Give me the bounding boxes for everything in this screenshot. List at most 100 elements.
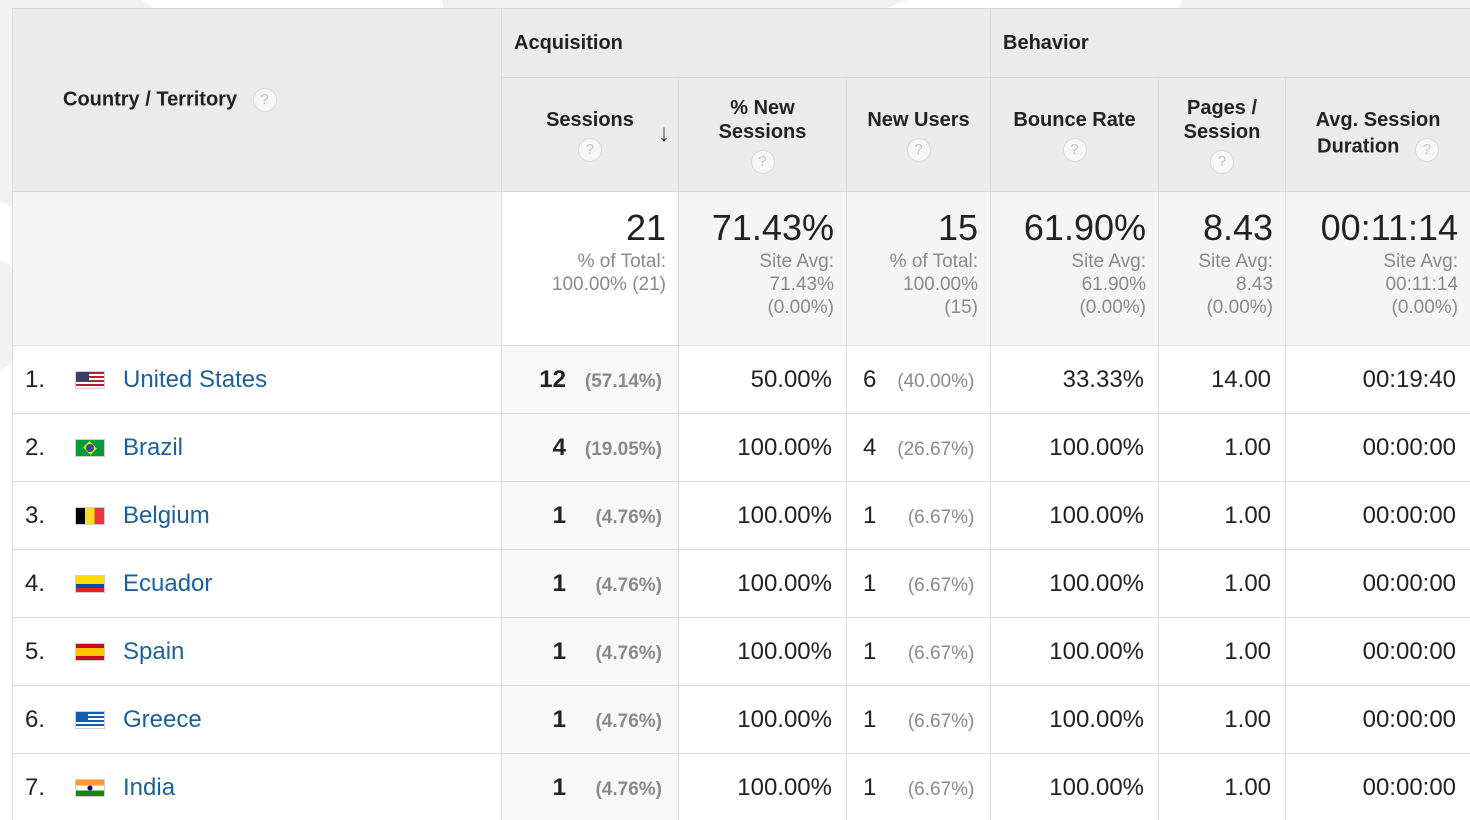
country-cell: 3. Belgium xyxy=(12,481,502,550)
sessions-header-label: Sessions xyxy=(546,108,634,131)
table-row: 2. Brazil 4 (19.05%) 100.00% 4 (26.67%) 100.00%… xyxy=(12,413,1470,482)
country-territory-header[interactable]: Country / Territory ? xyxy=(12,8,502,192)
bounce-rate-column-header[interactable]: Bounce Rate ? xyxy=(990,77,1160,192)
table-row: 6. Greece 1 (4.76%) 100.00% 1 (6.67%) 100.00% 1.… xyxy=(12,685,1470,754)
new-users-value: 1 xyxy=(863,705,877,733)
avg-session-duration-cell: 00:00:00 xyxy=(1285,413,1470,482)
total-bounce-rate-avg: 61.90% xyxy=(1081,274,1147,295)
help-icon[interactable]: ? xyxy=(578,137,602,162)
help-icon[interactable]: ? xyxy=(906,137,931,162)
bounce-rate-cell: 100.00% xyxy=(990,481,1160,550)
bounce-rate-cell: 100.00% xyxy=(990,753,1160,820)
country-link[interactable]: India xyxy=(123,774,175,801)
row-index: 6. xyxy=(25,705,46,733)
country-link[interactable]: Greece xyxy=(123,706,202,733)
row-index: 1. xyxy=(25,365,46,393)
total-bounce-rate-label: Site Avg: xyxy=(1071,251,1147,272)
avg-session-duration-cell: 00:00:00 xyxy=(1285,481,1470,550)
row-index: 5. xyxy=(25,637,46,665)
new-users-value: 6 xyxy=(863,365,877,393)
total-pages-avg: 8.43 xyxy=(1236,274,1274,295)
total-sessions-value: 21 xyxy=(625,207,666,248)
total-bounce-rate-delta: (0.00%) xyxy=(1079,297,1147,318)
bounce-rate-header-label: Bounce Rate xyxy=(1013,108,1136,131)
avg-session-duration-cell: 00:19:40 xyxy=(1285,345,1470,414)
pct-new-sessions-column-header[interactable]: % New Sessions ? xyxy=(678,77,847,192)
sessions-cell: 1 (4.76%) xyxy=(501,753,679,820)
country-link[interactable]: Brazil xyxy=(123,434,183,461)
pages-per-session-cell: 1.00 xyxy=(1158,685,1287,754)
pages-per-session-column-header[interactable]: Pages / Session ? xyxy=(1158,77,1287,192)
total-pct-new-value: 71.43% xyxy=(711,207,834,248)
total-duration-avg: 00:11:14 xyxy=(1385,274,1459,295)
country-link[interactable]: Spain xyxy=(123,638,184,665)
pct-new-sessions-cell: 100.00% xyxy=(678,549,847,618)
avg-session-duration-cell: 00:00:00 xyxy=(1285,617,1470,686)
avg-session-duration-column-header[interactable]: Avg. Session Duration ? xyxy=(1285,77,1470,192)
total-pages-delta: (0.00%) xyxy=(1206,297,1274,318)
new-users-value: 4 xyxy=(863,433,877,461)
total-pct-new-cell: 71.43% Site Avg: 71.43% (0.00%) xyxy=(678,191,847,346)
total-pct-new-avg: 71.43% xyxy=(769,274,834,295)
spain-flag-icon xyxy=(75,642,105,661)
country-link[interactable]: Belgium xyxy=(123,502,210,529)
sessions-cell: 1 (4.76%) xyxy=(501,685,679,754)
total-new-users-cell: 15 % of Total: 100.00% (15) xyxy=(845,191,992,346)
country-link[interactable]: Ecuador xyxy=(123,570,212,597)
pages-per-session-cell: 1.00 xyxy=(1158,413,1287,482)
help-icon[interactable]: ? xyxy=(1062,137,1087,162)
sessions-cell: 4 (19.05%) xyxy=(501,413,679,482)
sessions-cell: 1 (4.76%) xyxy=(501,617,679,686)
country-cell: 1. United States xyxy=(12,345,502,414)
total-duration-cell: 00:11:14 Site Avg: 00:11:14 (0.00%) xyxy=(1285,191,1470,346)
country-link[interactable]: United States xyxy=(123,366,267,393)
new-users-cell: 1 (6.67%) xyxy=(845,685,992,754)
total-new-users-pct: 100.00% xyxy=(903,274,979,295)
total-new-users-label: % of Total: xyxy=(889,251,979,272)
pct-new-sessions-cell: 100.00% xyxy=(678,753,847,820)
total-pages-label: Site Avg: xyxy=(1198,251,1274,272)
behavior-group-header: Behavior xyxy=(990,8,1470,78)
table-row: 5. Spain 1 (4.76%) 100.00% 1 (6.67%) 100.00% 1.0… xyxy=(12,617,1470,686)
belgium-flag-icon xyxy=(75,506,105,525)
new-users-percent: (6.67%) xyxy=(907,506,975,528)
sessions-value: 1 xyxy=(552,569,566,597)
total-sessions-cell: 21 % of Total: 100.00% (21) xyxy=(501,191,679,346)
new-users-value: 1 xyxy=(863,569,877,597)
new-users-percent: (6.67%) xyxy=(907,574,975,596)
pct-new-sessions-header-line2: Sessions xyxy=(718,120,807,143)
sessions-column-header[interactable]: Sessions ? ↓ xyxy=(501,77,679,192)
avg-session-duration-cell: 00:00:00 xyxy=(1285,753,1470,820)
new-users-column-header[interactable]: New Users ? xyxy=(845,77,992,192)
row-index: 3. xyxy=(25,501,46,529)
help-icon[interactable]: ? xyxy=(1210,149,1235,174)
total-pages-cell: 8.43 Site Avg: 8.43 (0.00%) xyxy=(1158,191,1287,346)
row-index: 7. xyxy=(25,773,46,801)
pct-new-sessions-cell: 100.00% xyxy=(678,481,847,550)
sort-descending-icon[interactable]: ↓ xyxy=(658,122,670,146)
avg-duration-header-line2: Duration xyxy=(1317,134,1400,157)
totals-row: 21 % of Total: 100.00% (21) 71.43% Site … xyxy=(12,191,1470,346)
country-cell: 4. Ecuador xyxy=(12,549,502,618)
table-row: 3. Belgium 1 (4.76%) 100.00% 1 (6.67%) 100.00% 1… xyxy=(12,481,1470,550)
help-icon[interactable]: ? xyxy=(750,149,775,174)
new-users-cell: 1 (6.67%) xyxy=(845,481,992,550)
new-users-percent: (6.67%) xyxy=(907,778,975,800)
pct-new-sessions-header-line1: % New xyxy=(730,96,795,119)
help-icon[interactable]: ? xyxy=(252,88,277,112)
sessions-value: 1 xyxy=(552,501,566,529)
pct-new-sessions-cell: 50.00% xyxy=(678,345,847,414)
total-pct-new-delta: (0.00%) xyxy=(767,297,834,318)
us-flag-icon xyxy=(75,370,105,389)
bounce-rate-cell: 100.00% xyxy=(990,617,1160,686)
sessions-cell: 12 (57.14%) xyxy=(501,345,679,414)
sessions-percent: (4.76%) xyxy=(595,778,662,800)
total-pages-value: 8.43 xyxy=(1202,207,1274,248)
total-duration-delta: (0.00%) xyxy=(1391,297,1459,318)
country-territory-label: Country / Territory xyxy=(63,88,238,111)
new-users-value: 1 xyxy=(863,501,877,529)
india-flag-icon xyxy=(75,778,105,797)
total-sessions-label: % of Total: xyxy=(577,251,666,272)
help-icon[interactable]: ? xyxy=(1414,137,1439,162)
new-users-header-label: New Users xyxy=(867,108,970,131)
